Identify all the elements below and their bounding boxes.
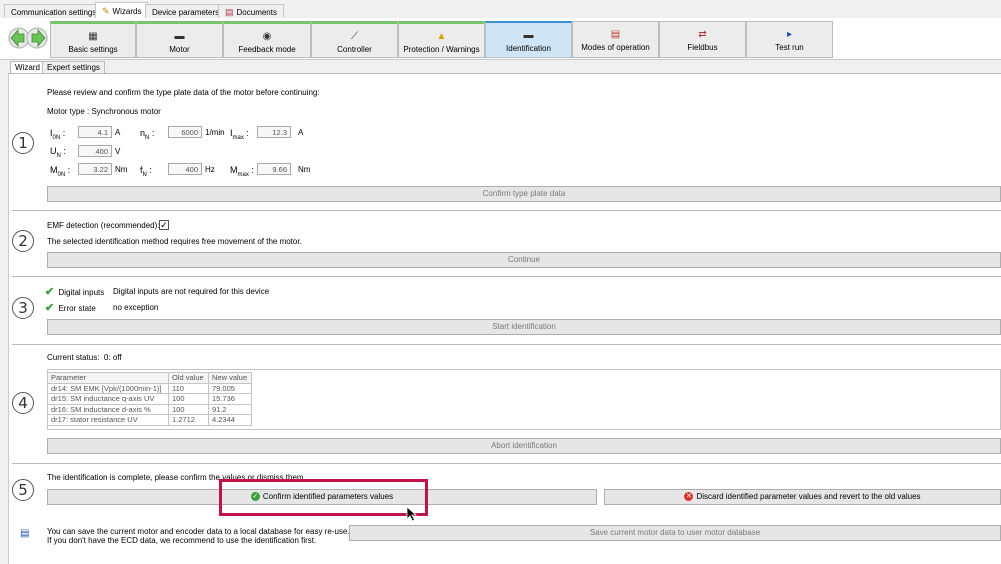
arrows-icon: ⇄ (698, 29, 707, 40)
start-identification-button[interactable]: Start identification (47, 319, 1001, 335)
wizard-step-bar: ▦ Basic settings ▬ Motor ◉ Feedback mode… (0, 18, 1001, 60)
step-modes-of-operation[interactable]: ▤ Modes of operation (572, 21, 659, 58)
step-number-1: 1 (12, 132, 34, 154)
step-test-run[interactable]: ▸ Test run (746, 21, 833, 58)
digital-inputs-value: Digital inputs are not required for this… (113, 287, 270, 296)
top-tab-bar: Communication settings ✎ Wizards Device … (0, 0, 1001, 18)
modes-icon: ▤ (610, 29, 621, 40)
mouse-cursor-icon (406, 506, 418, 522)
footer-line-2: If you don't have the ECD data, we recom… (47, 536, 317, 545)
step-protection-warnings[interactable]: ▲ Protection / Warnings (398, 21, 485, 58)
motor-icon: ▬ (523, 30, 534, 41)
parameter-table: Parameter Old value New value dr14: SM E… (47, 372, 252, 426)
imax-label: Imax : (230, 128, 249, 141)
motor-type-label: Motor type : Synchronous motor (47, 107, 161, 116)
step-number-4: 4 (12, 392, 34, 414)
play-icon: ▸ (786, 29, 793, 40)
error-state-row: ✔ Error state (45, 302, 96, 314)
un-label: UN : (50, 146, 66, 159)
i0n-label: I0N : (50, 128, 66, 141)
step-number-2: 2 (12, 230, 34, 252)
fn-field[interactable]: 400 (168, 163, 202, 175)
table-row[interactable]: dr16: SM inductance d-axis % 100 91.2 (47, 403, 252, 415)
step-feedback-mode[interactable]: ◉ Feedback mode (223, 21, 311, 58)
digital-inputs-row: ✔ Digital inputs (45, 286, 105, 298)
fn-unit: Hz (205, 165, 215, 174)
table-header-row: Parameter Old value New value (47, 372, 252, 384)
divider (12, 463, 1001, 465)
step-number-5: 5 (12, 479, 34, 501)
tab-documents[interactable]: ▤ Documents (218, 4, 284, 18)
table-row[interactable]: dr14: SM EMK [Vpk/(1000min-1)] 110 79.005 (47, 382, 252, 394)
settings-icon: ▦ (88, 31, 98, 42)
confirm-type-plate-button[interactable]: Confirm type plate data (47, 186, 1001, 202)
database-icon: ▤ (20, 528, 30, 539)
encoder-icon: ◉ (262, 31, 272, 42)
mmax-field[interactable]: 9.66 (257, 163, 291, 175)
i0n-unit: A (115, 128, 121, 137)
divider (12, 210, 1001, 212)
divider (12, 276, 1001, 278)
back-arrow-icon[interactable] (8, 27, 30, 49)
step-controller[interactable]: ⟋ Controller (311, 21, 398, 58)
tab-wizards[interactable]: ✎ Wizards (95, 2, 149, 18)
step-number-3: 3 (12, 297, 34, 319)
imax-field[interactable]: 12.3 (257, 126, 291, 138)
highlight-box (219, 479, 428, 516)
tab-communication-settings[interactable]: Communication settings (4, 4, 104, 18)
fn-label: fN : (140, 165, 152, 178)
check-icon: ✔ (45, 302, 55, 314)
discard-identified-values-button[interactable]: ✕ Discard identified parameter values and… (604, 489, 1001, 505)
check-icon: ✔ (45, 286, 55, 298)
section1-intro: Please review and confirm the type plate… (47, 88, 320, 97)
error-state-value: no exception (113, 303, 159, 312)
motor-icon: ▬ (174, 31, 185, 42)
wand-icon: ✎ (102, 6, 110, 16)
m0n-field[interactable]: 3.22 (78, 163, 112, 175)
footer-line-1: You can save the current motor and encod… (47, 527, 350, 536)
mmax-unit: Nm (298, 165, 311, 174)
step-basic-settings[interactable]: ▦ Basic settings (50, 21, 136, 58)
step-fieldbus[interactable]: ⇄ Fieldbus (659, 21, 746, 58)
mmax-label: Mmax : (230, 165, 254, 178)
save-motor-data-button[interactable]: Save current motor data to user motor da… (349, 525, 1001, 541)
error-circle-icon: ✕ (684, 492, 694, 502)
i0n-field[interactable]: 4.1 (78, 126, 112, 138)
abort-identification-button[interactable]: Abort identification (47, 438, 1001, 454)
navigation-arrows (8, 26, 48, 50)
graph-icon: ⟋ (351, 31, 358, 42)
continue-button[interactable]: Continue (47, 252, 1001, 268)
free-movement-note: The selected identification method requi… (47, 237, 302, 246)
m0n-unit: Nm (115, 165, 128, 174)
un-unit: V (115, 147, 121, 156)
column-header: New value (208, 372, 252, 384)
step-identification[interactable]: ▬ Identification (485, 21, 572, 58)
nn-unit: 1/min (205, 128, 225, 137)
document-icon: ▤ (225, 7, 234, 17)
column-header: Parameter (47, 372, 169, 384)
current-status: Current status: 0: off (47, 353, 122, 362)
table-row[interactable]: dr15: SM inductance q-axis UV 100 15.736 (47, 393, 252, 405)
emf-detection-label: EMF detection (recommended): (47, 221, 160, 230)
divider (12, 344, 1001, 346)
warning-icon: ▲ (436, 31, 447, 42)
column-header: Old value (168, 372, 209, 384)
table-row[interactable]: dr17: stator resistance UV 1.2712 4.2344 (47, 414, 252, 426)
emf-detection-checkbox[interactable]: ✓ (159, 220, 169, 230)
step-motor[interactable]: ▬ Motor (136, 21, 223, 58)
forward-arrow-icon[interactable] (26, 27, 48, 49)
tab-device-parameters[interactable]: Device parameters (145, 4, 227, 18)
imax-unit: A (298, 128, 304, 137)
un-field[interactable]: 400 (78, 145, 112, 157)
nn-field[interactable]: 6000 (168, 126, 202, 138)
nn-label: nN : (140, 128, 155, 141)
m0n-label: M0N : (50, 165, 71, 178)
